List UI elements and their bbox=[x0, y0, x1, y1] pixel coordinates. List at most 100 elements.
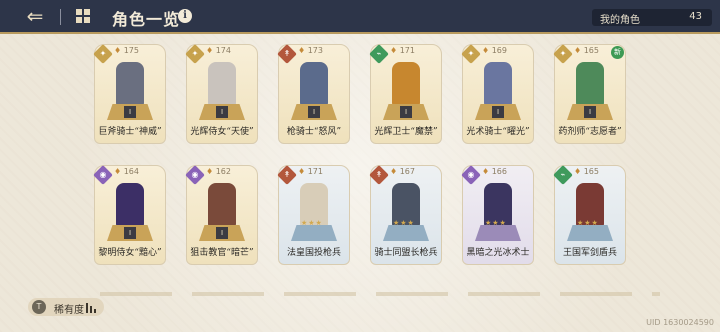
power-icon: ♦ bbox=[206, 46, 214, 55]
rank-badge: I bbox=[308, 106, 320, 118]
character-card[interactable]: ✦ ♦ 169 I 光术骑士“曜光” bbox=[461, 44, 534, 144]
power-number: 171 bbox=[399, 46, 415, 55]
pedestal bbox=[383, 225, 429, 241]
class-symbol-icon: ↟ bbox=[283, 170, 291, 179]
character-card[interactable]: ↟ ♦ 171 ★★★ 法皇国投枪兵 bbox=[277, 165, 350, 265]
rank-badge: I bbox=[216, 106, 228, 118]
star-rating: ★★★ bbox=[301, 219, 323, 227]
page-title: 角色一览 bbox=[112, 10, 181, 29]
character-name: 光术骑士“曜光” bbox=[466, 127, 530, 137]
power-icon: ♦ bbox=[482, 167, 490, 176]
character-name: 光辉卫士“魔禁” bbox=[374, 127, 438, 137]
next-row-partial bbox=[100, 292, 660, 296]
character-name: 巨斧骑士“神威” bbox=[98, 127, 162, 137]
power-value: ♦ 174 bbox=[206, 46, 231, 55]
top-bar: ⇐ 角色一览 i 我的角色 43 bbox=[0, 0, 720, 34]
header-divider bbox=[60, 9, 61, 25]
character-sprite bbox=[484, 62, 512, 106]
power-number: 165 bbox=[583, 167, 599, 176]
character-name: 法皇国投枪兵 bbox=[286, 248, 341, 258]
class-symbol-icon: ✦ bbox=[191, 49, 199, 58]
power-number: 169 bbox=[491, 46, 507, 55]
character-card[interactable]: ↟ ♦ 173 I 枪骑士“怒风” bbox=[277, 44, 350, 144]
pedestal bbox=[291, 225, 337, 241]
character-name: 枪骑士“怒风” bbox=[286, 127, 342, 137]
my-characters-counter: 我的角色 43 bbox=[592, 9, 712, 26]
rarity-sort-label: 稀有度 bbox=[54, 305, 84, 316]
power-number: 164 bbox=[123, 167, 139, 176]
power-value: ♦ 162 bbox=[206, 167, 231, 176]
character-sprite bbox=[208, 62, 236, 106]
character-card[interactable]: ◉ ♦ 166 ★★★ 黑暗之光冰术士 bbox=[461, 165, 534, 265]
class-symbol-icon: ⌁ bbox=[560, 170, 566, 179]
power-value: ♦ 171 bbox=[298, 167, 323, 176]
class-symbol-icon: ✦ bbox=[467, 49, 475, 58]
character-card[interactable]: ↟ ♦ 167 ★★★ 骑士同盟长枪兵 bbox=[369, 165, 442, 265]
power-icon: ♦ bbox=[298, 46, 306, 55]
my-characters-count: 43 bbox=[689, 11, 702, 22]
power-value: ♦ 175 bbox=[114, 46, 139, 55]
power-icon: ♦ bbox=[206, 167, 214, 176]
rank-badge: I bbox=[124, 106, 136, 118]
character-sprite bbox=[392, 62, 420, 106]
class-symbol-icon: ✦ bbox=[99, 49, 107, 58]
power-value: ♦ 173 bbox=[298, 46, 323, 55]
character-name: 光辉侍女“天使” bbox=[190, 127, 254, 137]
class-symbol-icon: ⌁ bbox=[376, 49, 382, 58]
power-icon: ♦ bbox=[482, 46, 490, 55]
class-symbol-icon: ↟ bbox=[283, 49, 291, 58]
character-card[interactable]: ⌁ ♦ 165 ★★★ 王国军剑盾兵 bbox=[553, 165, 626, 265]
power-value: ♦ 166 bbox=[482, 167, 507, 176]
user-id: UID 1630024590 bbox=[646, 318, 714, 327]
power-icon: ♦ bbox=[574, 167, 582, 176]
pedestal bbox=[567, 225, 613, 241]
class-symbol-icon: ◉ bbox=[99, 170, 107, 179]
my-characters-label: 我的角色 bbox=[600, 15, 640, 26]
rank-badge: I bbox=[400, 106, 412, 118]
power-number: 171 bbox=[307, 167, 323, 176]
character-name: 王国军剑盾兵 bbox=[562, 248, 617, 258]
class-symbol-icon: ◉ bbox=[467, 170, 475, 179]
rank-badge: I bbox=[584, 106, 596, 118]
character-card[interactable]: ✦ ♦ 165 新 I 药剂师“志愿者” bbox=[553, 44, 626, 144]
grid-view-icon[interactable] bbox=[76, 9, 90, 23]
rarity-sort-icon bbox=[86, 303, 98, 313]
power-icon: ♦ bbox=[114, 46, 122, 55]
power-number: 167 bbox=[399, 167, 415, 176]
character-name: 药剂师“志愿者” bbox=[558, 127, 622, 137]
character-sprite bbox=[116, 62, 144, 106]
character-card[interactable]: ✦ ♦ 175 I 巨斧骑士“神威” bbox=[93, 44, 166, 144]
power-icon: ♦ bbox=[390, 167, 398, 176]
power-icon: ♦ bbox=[574, 46, 582, 55]
pedestal bbox=[475, 225, 521, 241]
character-name: 狙击教官“暗芒” bbox=[190, 248, 254, 258]
power-number: 174 bbox=[215, 46, 231, 55]
star-rating: ★★★ bbox=[577, 219, 599, 227]
rank-badge: I bbox=[492, 106, 504, 118]
power-value: ♦ 165 bbox=[574, 46, 599, 55]
power-number: 165 bbox=[583, 46, 599, 55]
star-rating: ★★★ bbox=[485, 219, 507, 227]
power-icon: ♦ bbox=[298, 167, 306, 176]
character-name: 骑士同盟长枪兵 bbox=[374, 248, 438, 258]
character-card[interactable]: ◉ ♦ 162 I 狙击教官“暗芒” bbox=[185, 165, 258, 265]
rarity-toggle-icon[interactable]: T bbox=[32, 300, 46, 314]
character-sprite bbox=[576, 62, 604, 106]
class-symbol-icon: ✦ bbox=[559, 49, 567, 58]
character-sprite bbox=[208, 183, 236, 227]
back-arrow-icon[interactable]: ⇐ bbox=[22, 5, 48, 27]
character-card[interactable]: ✦ ♦ 174 I 光辉侍女“天使” bbox=[185, 44, 258, 144]
rank-badge: I bbox=[124, 227, 136, 239]
power-number: 175 bbox=[123, 46, 139, 55]
star-rating: ★★★ bbox=[393, 219, 415, 227]
power-value: ♦ 165 bbox=[574, 167, 599, 176]
character-sprite bbox=[116, 183, 144, 227]
character-card[interactable]: ⌁ ♦ 171 I 光辉卫士“魔禁” bbox=[369, 44, 442, 144]
rank-badge: I bbox=[216, 227, 228, 239]
power-value: ♦ 164 bbox=[114, 167, 139, 176]
class-symbol-icon: ◉ bbox=[191, 170, 199, 179]
character-card[interactable]: ◉ ♦ 164 I 黎明侍女“黯心” bbox=[93, 165, 166, 265]
power-number: 162 bbox=[215, 167, 231, 176]
info-icon[interactable]: i bbox=[178, 9, 192, 23]
power-icon: ♦ bbox=[390, 46, 398, 55]
